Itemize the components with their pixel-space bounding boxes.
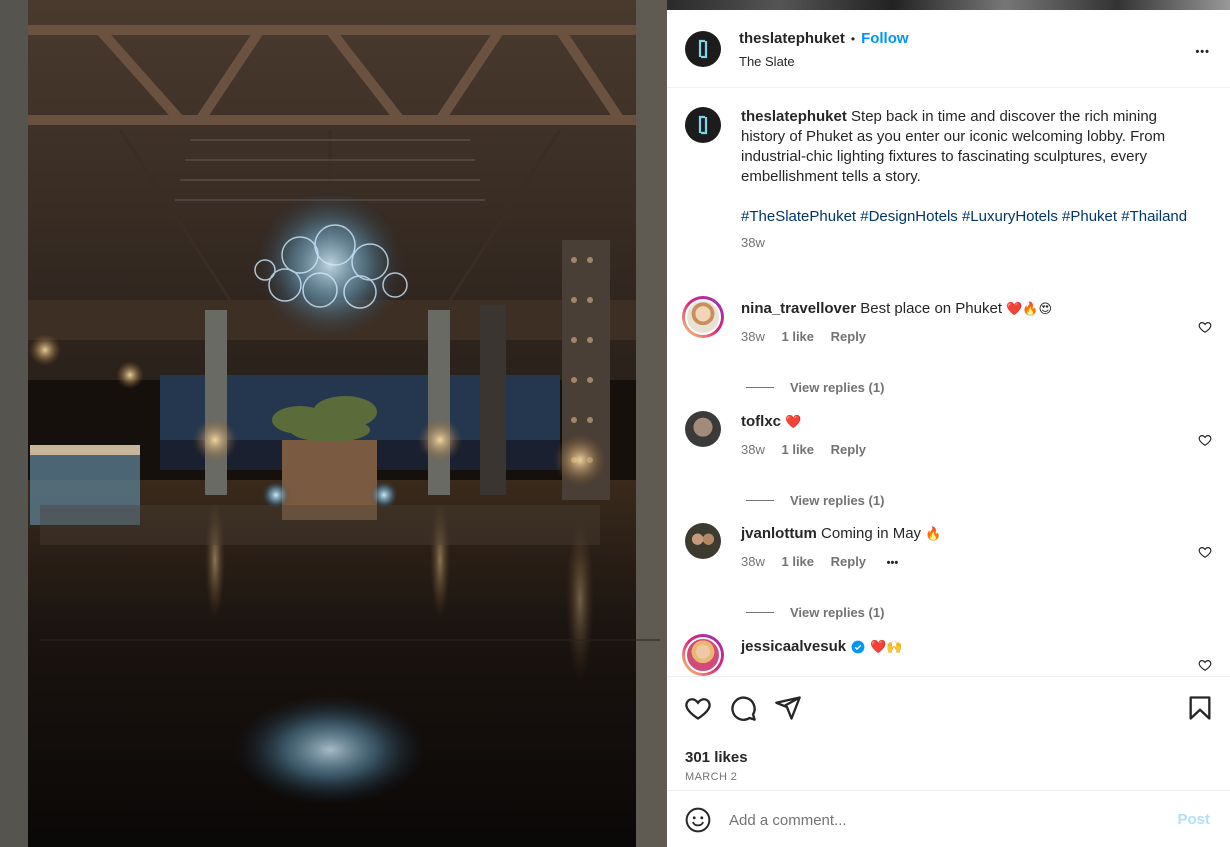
view-replies-label: View replies (1)	[790, 605, 885, 620]
view-replies-button[interactable]: View replies (1)	[746, 493, 884, 508]
comment-meta: 38w 1 like Reply •••	[741, 554, 911, 569]
background-strip	[667, 0, 1230, 10]
heart-icon	[1198, 322, 1212, 333]
comment-likes[interactable]: 1 like	[781, 442, 814, 457]
post-header: theslatephuket • Follow The Slate •••	[667, 10, 1230, 88]
bookmark-icon	[1189, 696, 1211, 720]
slate-logo-icon	[698, 115, 708, 135]
caption-avatar[interactable]	[685, 107, 721, 143]
comment-meta: 38w 1 like Reply	[741, 329, 879, 344]
comment-avatar[interactable]	[682, 634, 724, 676]
comment-username[interactable]: toflxc	[741, 413, 781, 430]
verified-icon	[851, 640, 865, 653]
comment-button[interactable]	[729, 694, 757, 722]
heart-icon	[1198, 660, 1212, 671]
save-button[interactable]	[1186, 694, 1214, 722]
share-button[interactable]	[774, 694, 802, 722]
like-comment-button[interactable]	[1198, 545, 1212, 559]
view-replies-button[interactable]: View replies (1)	[746, 380, 884, 395]
follow-button[interactable]: Follow	[861, 30, 909, 47]
reply-button[interactable]: Reply	[831, 442, 866, 457]
comment-more-icon[interactable]: •••	[887, 557, 899, 569]
comment-likes[interactable]: 1 like	[781, 329, 814, 344]
comment-username[interactable]: jvanlottum	[741, 525, 817, 542]
comment-username[interactable]: nina_travellover	[741, 300, 856, 317]
comment-avatar[interactable]	[685, 411, 721, 447]
comment-body: nina_travellover Best place on Phuket ❤️…	[741, 300, 1052, 317]
like-comment-button[interactable]	[1198, 658, 1212, 672]
add-comment-bar: Post	[667, 790, 1230, 847]
heart-icon	[685, 698, 711, 720]
comment-emojis: 🔥	[925, 526, 942, 541]
view-replies-label: View replies (1)	[790, 380, 885, 395]
comment-meta: 38w 1 like Reply	[741, 442, 879, 457]
replies-divider	[746, 387, 774, 388]
more-icon: •••	[1195, 46, 1210, 58]
comment-emojis: ❤️🔥😍	[1006, 301, 1053, 316]
like-button[interactable]	[684, 694, 712, 722]
post-caption: theslatephuket Step back in time and dis…	[741, 107, 1201, 253]
caption-username[interactable]: theslatephuket	[741, 108, 847, 125]
view-replies-label: View replies (1)	[790, 493, 885, 508]
location-link[interactable]: The Slate	[739, 54, 795, 69]
post-viewer: theslatephuket • Follow The Slate ••• th…	[0, 0, 1230, 847]
view-replies-button[interactable]: View replies (1)	[746, 605, 884, 620]
post-details-panel: theslatephuket • Follow The Slate ••• th…	[667, 10, 1230, 847]
comment-text: Best place on Phuket	[860, 300, 1002, 317]
reply-button[interactable]: Reply	[831, 329, 866, 344]
profile-avatar[interactable]	[685, 31, 721, 67]
heart-icon	[1198, 435, 1212, 446]
comment-icon	[731, 696, 756, 721]
emoji-button[interactable]	[685, 807, 711, 833]
comment-text: Coming in May	[821, 525, 922, 542]
comment-age[interactable]: 38w	[741, 442, 765, 457]
comment-input[interactable]	[729, 806, 1149, 834]
comment-emojis: ❤️	[785, 414, 802, 429]
comment-body: toflxc ❤️	[741, 413, 801, 430]
replies-divider	[746, 500, 774, 501]
share-icon	[775, 696, 801, 720]
like-comment-button[interactable]	[1198, 320, 1212, 334]
post-date[interactable]: MARCH 2	[685, 771, 737, 783]
lobby-photo-illustration	[0, 0, 667, 847]
post-photo[interactable]	[0, 0, 667, 847]
post-comment-button[interactable]: Post	[1177, 811, 1210, 828]
like-comment-button[interactable]	[1198, 433, 1212, 447]
replies-divider	[746, 612, 774, 613]
more-options-button[interactable]: •••	[1195, 38, 1210, 61]
comment-avatar[interactable]	[682, 296, 724, 338]
likes-count[interactable]: 301 likes	[685, 749, 748, 766]
comment-body: jessicaalvesuk ❤️🙌	[741, 638, 902, 655]
comment-likes[interactable]: 1 like	[781, 554, 814, 569]
comment-age[interactable]: 38w	[741, 554, 765, 569]
comment-avatar[interactable]	[685, 523, 721, 559]
comment-username[interactable]: jessicaalvesuk	[741, 638, 846, 655]
slate-logo-icon	[698, 39, 708, 59]
emoji-icon	[685, 807, 711, 833]
comment-emojis: ❤️🙌	[870, 638, 903, 654]
comment-item: jessicaalvesuk ❤️🙌	[667, 632, 1230, 676]
header-username[interactable]: theslatephuket	[739, 30, 845, 47]
caption-hashtags[interactable]: #TheSlatePhuket #DesignHotels #LuxuryHot…	[741, 207, 1201, 227]
post-actions: 301 likes MARCH 2	[667, 676, 1230, 790]
caption-age[interactable]: 38w	[741, 233, 1201, 253]
heart-icon	[1198, 547, 1212, 558]
header-separator-dot: •	[850, 31, 856, 46]
reply-button[interactable]: Reply	[831, 554, 866, 569]
comment-body: jvanlottum Coming in May 🔥	[741, 525, 941, 542]
comment-age[interactable]: 38w	[741, 329, 765, 344]
